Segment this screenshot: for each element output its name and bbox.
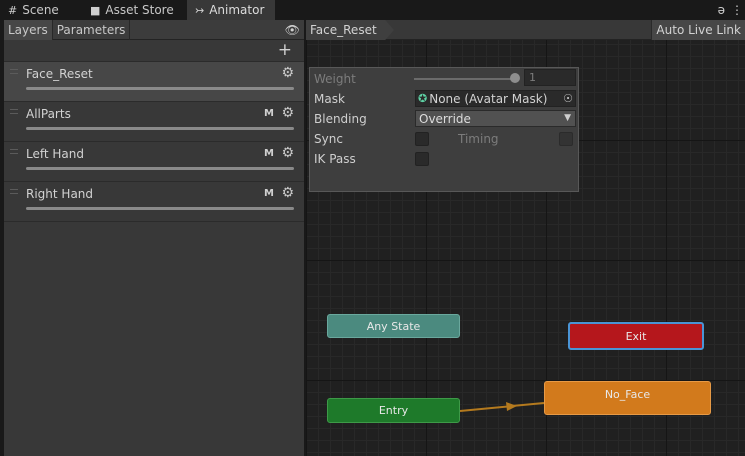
store-bag-icon: ■ <box>90 3 101 17</box>
layer-name: Face_Reset <box>26 67 93 81</box>
drag-handle-icon[interactable] <box>10 149 18 154</box>
layer-list-divider <box>4 221 304 222</box>
mask-badge: M <box>264 108 274 119</box>
lock-icon[interactable]: ә <box>718 3 725 17</box>
tab-layers[interactable]: Layers <box>4 20 53 40</box>
gear-icon[interactable]: ⚙ <box>281 145 294 161</box>
transition-line <box>459 402 545 412</box>
state-node-entry[interactable]: Entry <box>327 398 460 423</box>
tab-animator[interactable]: ↣ Animator <box>187 0 275 20</box>
layer-item-allparts[interactable]: AllParts M ⚙ <box>4 101 304 141</box>
layer-weight-bar <box>26 127 294 130</box>
layer-weight-bar <box>26 207 294 210</box>
tab-bar-controls: ә ⋮ <box>718 0 743 20</box>
tab-asset-store-label: Asset Store <box>105 3 174 17</box>
layer-name: Right Hand <box>26 187 94 201</box>
tab-scene-label: Scene <box>22 3 59 17</box>
gear-icon[interactable]: ⚙ <box>281 185 294 201</box>
add-layer-button[interactable]: + <box>278 42 292 59</box>
layer-name: AllParts <box>26 107 71 121</box>
animator-icon: ↣ <box>195 3 205 17</box>
layer-item-face-reset[interactable]: Face_Reset ⚙ <box>4 61 304 101</box>
transition-arrowhead <box>506 402 517 411</box>
tab-asset-store[interactable]: ■ Asset Store <box>82 0 182 20</box>
tab-scene[interactable]: # Scene <box>0 0 67 20</box>
state-node-exit[interactable]: Exit <box>568 322 704 350</box>
mask-badge: M <box>264 148 274 159</box>
layer-weight-bar <box>26 167 294 170</box>
drag-handle-icon[interactable] <box>10 109 18 114</box>
layers-panel: Layers Parameters 👁 + Face_Reset ⚙ AllPa… <box>4 20 304 456</box>
layer-item-right-hand[interactable]: Right Hand M ⚙ <box>4 181 304 221</box>
gear-icon[interactable]: ⚙ <box>281 65 294 81</box>
drag-handle-icon[interactable] <box>10 69 18 74</box>
layer-item-left-hand[interactable]: Left Hand M ⚙ <box>4 141 304 181</box>
window-tab-bar: # Scene ■ Asset Store ↣ Animator ә ⋮ <box>0 0 745 20</box>
animator-graph[interactable]: Face_Reset Auto Live Link Weight 1 Mask … <box>306 20 745 456</box>
drag-handle-icon[interactable] <box>10 189 18 194</box>
tab-parameters[interactable]: Parameters <box>53 20 131 40</box>
tab-animator-label: Animator <box>209 3 265 17</box>
more-options-icon[interactable]: ⋮ <box>731 3 743 17</box>
layer-weight-bar <box>26 87 294 90</box>
layers-toolbar: Layers Parameters 👁 <box>4 20 304 40</box>
add-layer-row: + <box>4 40 304 61</box>
state-node-no-face[interactable]: No_Face <box>544 381 711 415</box>
gear-icon[interactable]: ⚙ <box>281 105 294 121</box>
visibility-eye-icon[interactable]: 👁 <box>285 20 300 40</box>
mask-badge: M <box>264 188 274 199</box>
state-node-any-state[interactable]: Any State <box>327 314 460 338</box>
grid-icon: # <box>8 3 18 17</box>
layer-name: Left Hand <box>26 147 84 161</box>
